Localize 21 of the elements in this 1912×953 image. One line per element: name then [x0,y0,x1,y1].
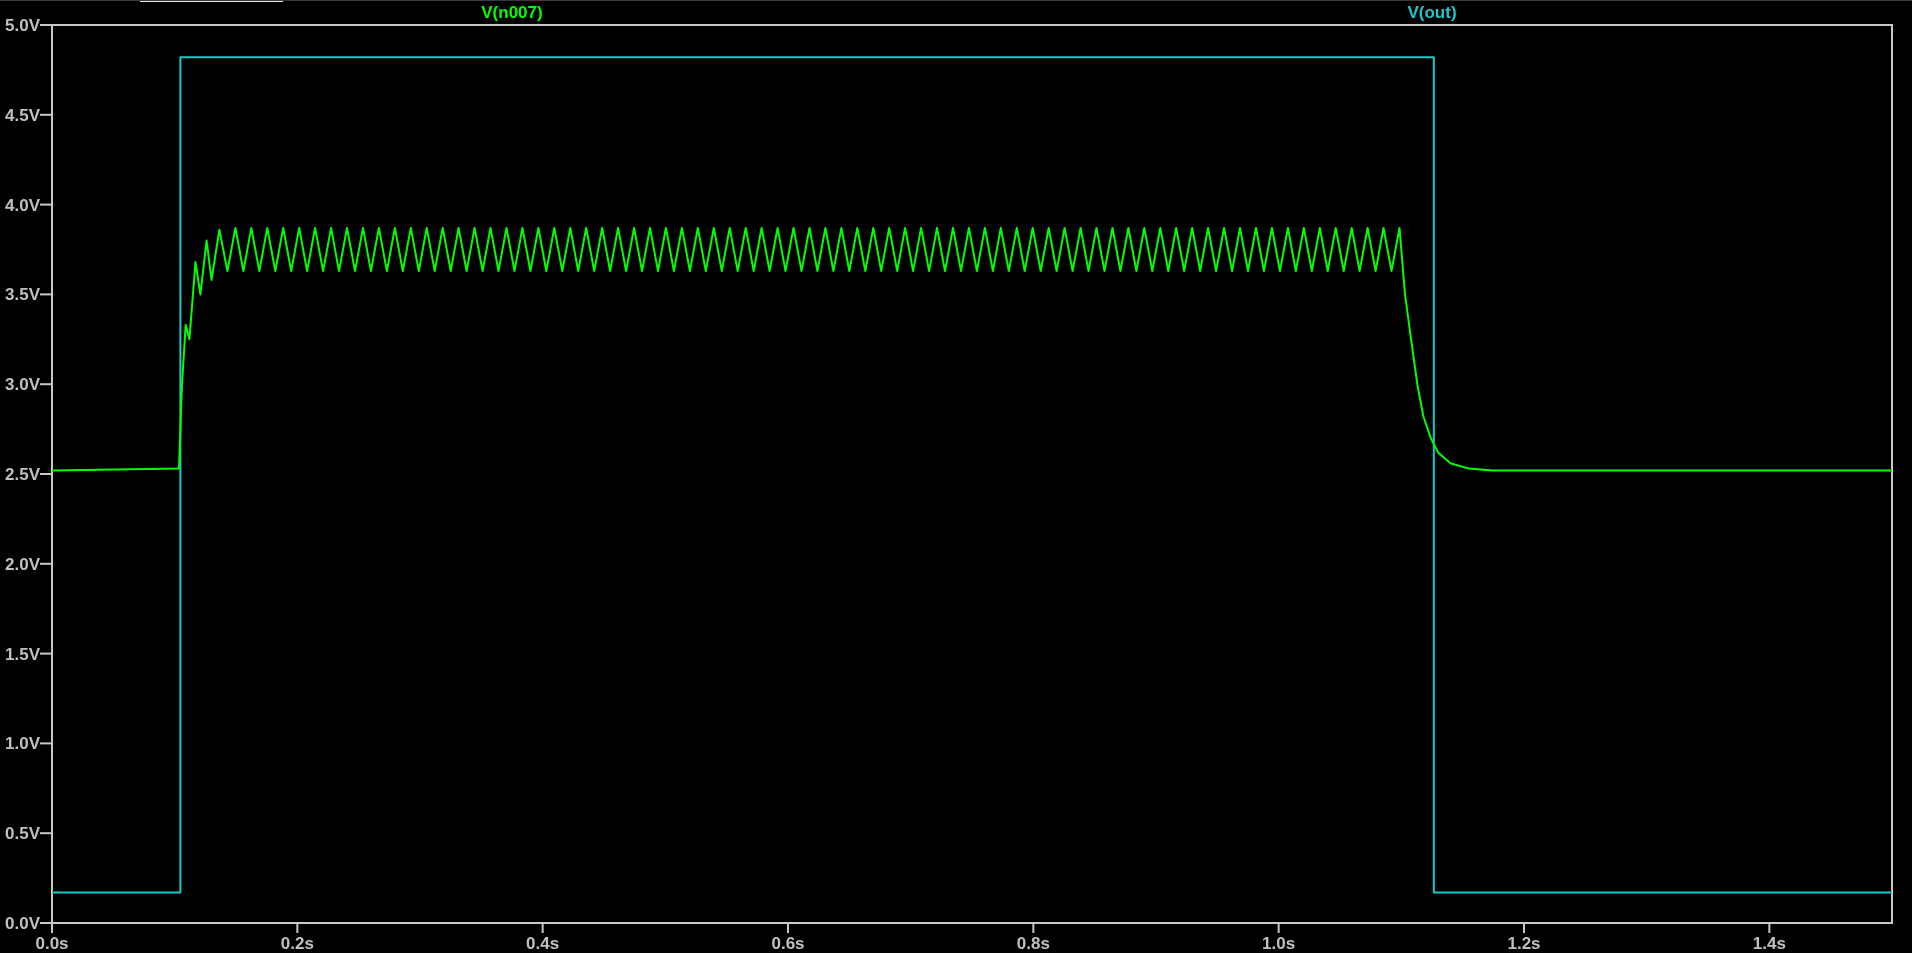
x-tick-label: 0.8s [1016,934,1050,953]
y-tick-label: 3.5V [5,285,40,305]
y-tick-label: 2.5V [5,465,40,484]
x-tick-label: 0.4s [526,934,560,953]
y-tick-label: 5.0V [5,16,40,35]
x-tick-label: 1.2s [1507,934,1541,953]
y-tick-label: 2.0V [5,554,40,574]
x-tick-label: 0.6s [771,934,805,953]
y-tick-label: 1.0V [5,734,40,754]
y-tick-label: 4.0V [5,195,40,215]
y-tick-label: 1.5V [5,644,40,664]
x-tick-label: 1.0s [1262,934,1296,953]
trace-label[interactable]: V(out) [1407,3,1457,22]
y-tick-label: 0.0V [5,914,40,933]
y-tick-label: 3.0V [5,375,40,395]
x-tick-label: 0.0s [35,934,69,953]
y-tick-label: 0.5V [5,824,40,844]
x-tick-label: 0.2s [280,934,314,953]
y-tick-label: 4.5V [5,105,40,125]
x-tick-label: 1.4s [1752,934,1786,953]
trace-label[interactable]: V(n007) [481,3,543,22]
